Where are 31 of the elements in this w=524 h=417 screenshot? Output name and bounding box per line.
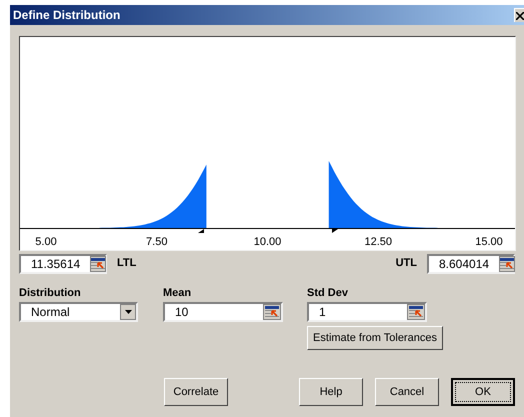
distribution-label: Distribution <box>19 286 82 300</box>
utl-label: UTL <box>396 256 417 270</box>
axis-tick-label: 12.50 <box>363 235 394 249</box>
dialog-button[interactable]: Correlate <box>164 378 228 406</box>
close-button[interactable] <box>514 8 524 22</box>
window-title: Define Distribution <box>13 7 120 24</box>
cell-picker-icon <box>500 258 514 270</box>
close-icon <box>516 12 524 20</box>
cell-picker-icon <box>265 306 279 318</box>
distribution-dropdown[interactable]: Normal <box>19 302 138 322</box>
dialog-button[interactable]: Help <box>299 378 363 406</box>
axis-tick-label: 7.50 <box>145 235 168 249</box>
ltl-field[interactable]: 11.35614 <box>19 254 107 274</box>
std-dev-field[interactable]: 1 <box>307 302 427 322</box>
cell-picker-button[interactable] <box>407 304 425 320</box>
utl-field[interactable]: 8.604014 <box>427 254 515 274</box>
cell-picker-button[interactable] <box>499 256 516 272</box>
axis-tick-label: 15.00 <box>474 235 504 249</box>
ltl-label: LTL <box>117 256 136 270</box>
std-dev-label: Std Dev <box>307 286 349 300</box>
axis-tick-label: 10.00 <box>252 235 282 249</box>
mean-field[interactable]: 10 <box>163 302 283 322</box>
mean-label: Mean <box>163 286 192 300</box>
estimate-button[interactable]: Estimate from Tolerances <box>307 326 443 350</box>
dialog-button[interactable]: OK <box>451 378 515 406</box>
dialog-button[interactable]: Cancel <box>375 378 439 406</box>
cell-picker-button[interactable] <box>90 256 106 272</box>
cell-picker-icon <box>91 258 106 270</box>
axis-tick-label: 5.00 <box>34 235 58 249</box>
cell-picker-icon <box>409 306 423 318</box>
cell-picker-button[interactable] <box>263 304 281 320</box>
